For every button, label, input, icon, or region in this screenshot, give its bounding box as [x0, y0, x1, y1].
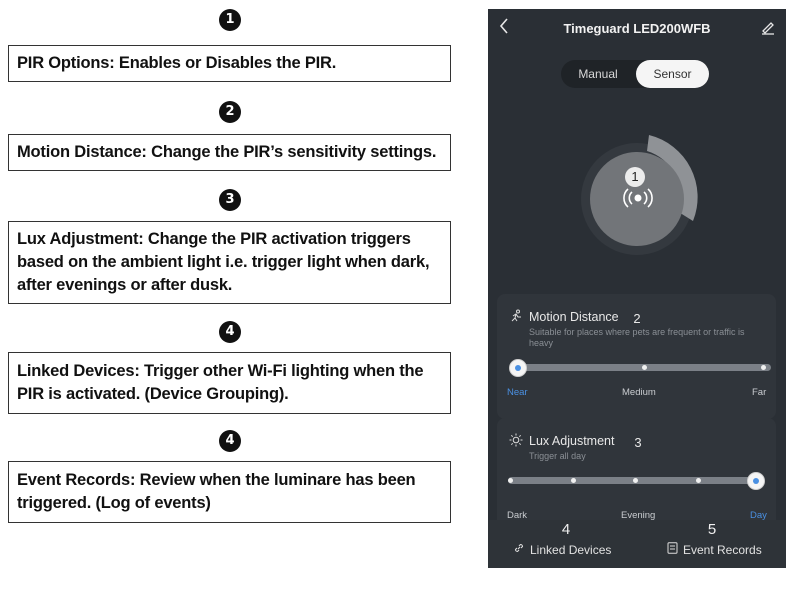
tab-manual[interactable]: Manual — [561, 60, 635, 88]
label-medium: Medium — [622, 387, 656, 398]
slider-stop-evening — [633, 478, 638, 483]
slider-stop-medium — [642, 365, 647, 370]
pir-dial[interactable]: 1 — [571, 127, 711, 267]
motion-distance-slider[interactable] — [509, 359, 771, 377]
lux-adjustment-card: Lux Adjustment 3 Trigger all day Dark Ev… — [497, 418, 776, 530]
annotation-pir-options: PIR Options: Enables or Disables the PIR… — [8, 45, 451, 82]
dial-badge: 1 — [625, 167, 645, 187]
event-records-label: Event Records — [683, 542, 762, 557]
annotation-motion-distance: Motion Distance: Change the PIR’s sensit… — [8, 134, 451, 171]
annotation-number-2: 2 — [219, 101, 241, 123]
device-title: Timeguard LED200WFB — [563, 21, 711, 36]
slider-stop-dark — [508, 478, 513, 483]
motion-sensor-icon — [623, 187, 653, 209]
pencil-icon[interactable] — [760, 19, 776, 35]
event-records-button[interactable]: Event Records — [667, 542, 762, 557]
document-icon — [667, 542, 678, 557]
lux-adjustment-description: Trigger all day — [529, 451, 586, 461]
bottom-bar: 4 5 Linked Devices Event Records — [488, 520, 786, 568]
mode-toggle: Manual Sensor — [561, 60, 709, 88]
event-records-badge: 5 — [707, 521, 717, 538]
linked-devices-button[interactable]: Linked Devices — [513, 542, 611, 557]
motion-distance-badge: 2 — [633, 311, 641, 326]
motion-distance-card: Motion Distance 2 Suitable for places wh… — [497, 294, 776, 419]
lux-adjustment-badge: 3 — [634, 435, 642, 450]
slider-stop-2 — [571, 478, 576, 483]
motion-distance-description: Suitable for places where pets are frequ… — [529, 327, 745, 348]
annotation-linked-devices: Linked Devices: Trigger other Wi-Fi ligh… — [8, 352, 451, 414]
annotation-number-4b: 4 — [219, 430, 241, 452]
annotation-number-1: 1 — [219, 9, 241, 31]
annotation-lux-adjustment: Lux Adjustment: Change the PIR activatio… — [8, 221, 451, 304]
motion-distance-title: Motion Distance — [529, 310, 619, 324]
top-bar: Timeguard LED200WFB — [488, 9, 786, 49]
running-icon — [509, 309, 523, 323]
linked-devices-badge: 4 — [561, 521, 571, 538]
linked-devices-label: Linked Devices — [530, 542, 612, 557]
lux-adjustment-knob[interactable] — [747, 472, 765, 490]
annotation-number-4: 4 — [219, 321, 241, 343]
sun-icon — [509, 433, 523, 447]
slider-stop-4 — [696, 478, 701, 483]
tab-sensor[interactable]: Sensor — [636, 60, 709, 88]
phone-screen: Timeguard LED200WFB Manual Sensor 1 Moti… — [488, 9, 786, 568]
annotation-event-records: Event Records: Review when the luminare … — [8, 461, 451, 523]
label-far: Far — [752, 387, 767, 398]
slider-stop-far — [761, 365, 766, 370]
label-near: Near — [507, 387, 528, 398]
annotation-number-3: 3 — [219, 189, 241, 211]
motion-distance-knob[interactable] — [509, 359, 527, 377]
lux-adjustment-slider[interactable] — [508, 472, 765, 490]
link-icon — [513, 542, 525, 557]
lux-adjustment-title: Lux Adjustment — [529, 434, 615, 448]
